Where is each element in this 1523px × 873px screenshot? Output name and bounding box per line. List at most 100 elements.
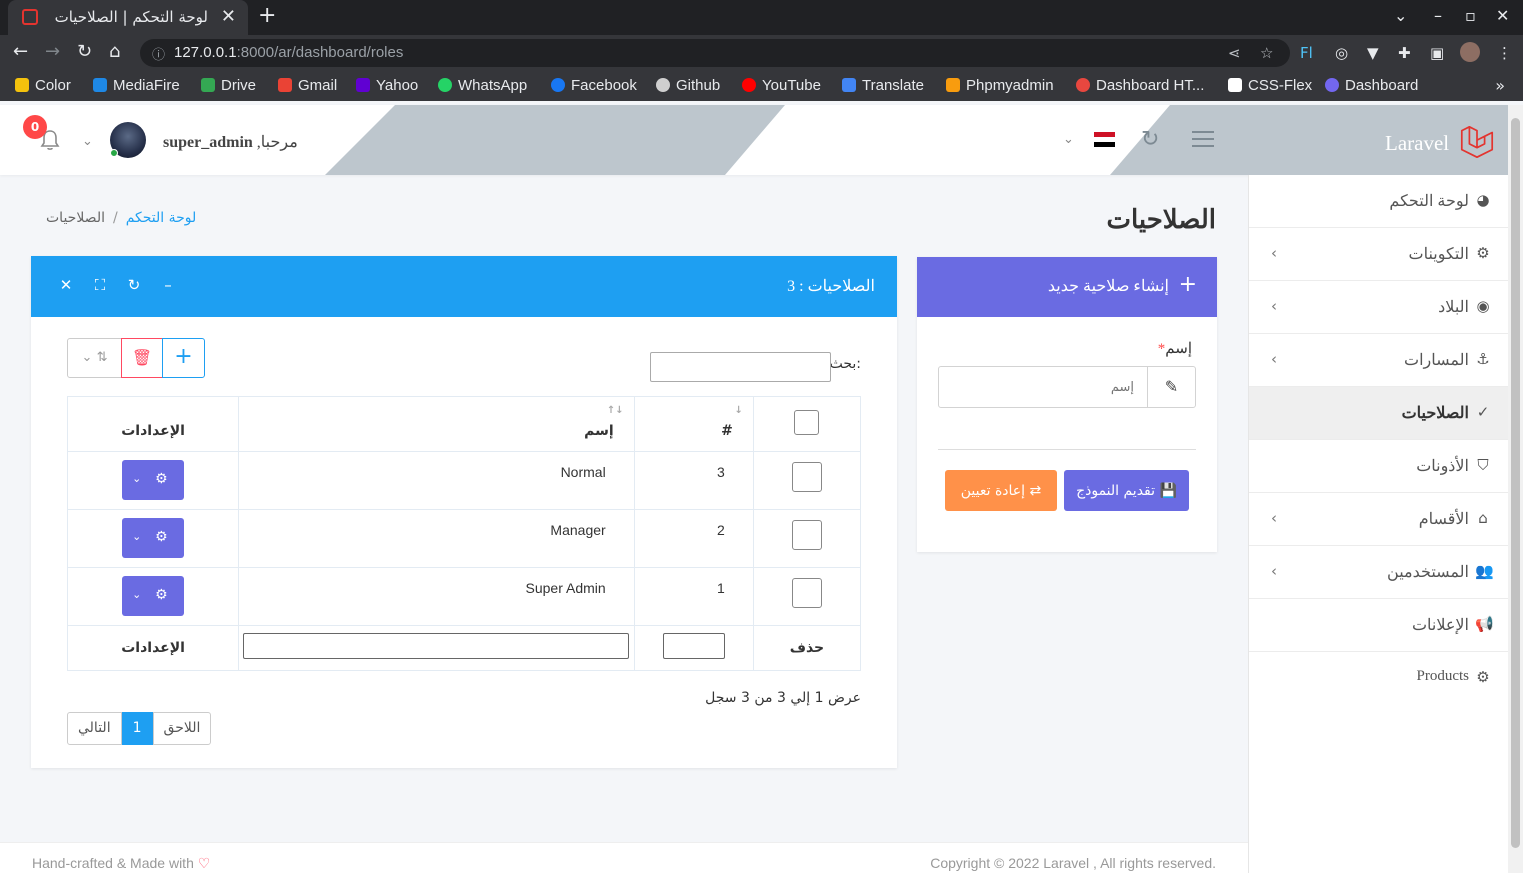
bookmark-drive[interactable]: Drive <box>201 77 256 94</box>
row-select-cell <box>752 451 862 510</box>
name-field[interactable] <box>939 367 1148 407</box>
notification-badge: 0 <box>23 115 47 139</box>
home-icon[interactable]: ⌂ <box>109 41 120 62</box>
user-chevron-down-icon[interactable]: ⌄ <box>82 134 93 149</box>
extensions-puzzle-icon[interactable]: ✚ <box>1398 44 1411 62</box>
side-panel-icon[interactable]: ▣ <box>1430 44 1444 62</box>
url-field[interactable]: ⓘ 127.0.0.1:8000/ar/dashboard/roles ⋖ ☆ <box>140 39 1290 67</box>
extension-radio-icon[interactable]: ◎ <box>1335 44 1348 62</box>
row-checkbox[interactable] <box>791 462 822 492</box>
bookmark-gmail[interactable]: Gmail <box>278 77 337 94</box>
pagination-next[interactable]: اللاحق <box>152 712 212 745</box>
bulk-delete-button[interactable]: 🗑 <box>121 338 163 378</box>
bookmark-star-icon[interactable]: ☆ <box>1260 44 1273 62</box>
profile-avatar-icon[interactable] <box>1460 42 1480 62</box>
id-filter-input[interactable] <box>662 633 725 659</box>
more-bookmarks-icon[interactable]: » <box>1495 76 1505 95</box>
name-column-header[interactable]: إسم ↑↓ <box>238 396 635 452</box>
scrollbar-thumb[interactable] <box>1511 118 1520 848</box>
egypt-flag-icon[interactable] <box>1094 132 1115 147</box>
sidebar-item-label: الأذونات <box>1416 458 1469 475</box>
sidebar-item-dashboard[interactable]: ◕ لوحة التحكم <box>1249 175 1509 228</box>
bookmark-dashboard[interactable]: Dashboard <box>1325 77 1418 94</box>
pagination-prev[interactable]: التالي <box>67 712 122 745</box>
sidebar-item-routes[interactable]: ⚓ المسارات ‹ <box>1249 334 1509 387</box>
table-row: ⚙ ⌄ Normal 3 <box>66 451 862 510</box>
menu-toggle-icon[interactable] <box>1192 131 1214 149</box>
row-actions-button[interactable]: ⚙ ⌄ <box>122 518 185 558</box>
share-icon[interactable]: ⋖ <box>1228 44 1241 62</box>
facebook-icon <box>551 78 565 92</box>
row-actions-button[interactable]: ⚙ ⌄ <box>122 576 185 616</box>
reset-button[interactable]: ⇄ إعادة تعيين <box>945 470 1057 511</box>
brand-name[interactable]: Laravel <box>1385 131 1449 156</box>
expand-card-icon[interactable]: ⛶ <box>90 276 110 294</box>
sidebar-item-products[interactable]: ⚙ Products <box>1249 652 1509 705</box>
chevron-down-icon: ⌄ <box>81 350 93 365</box>
chevron-down-icon: ⌄ <box>132 531 142 543</box>
translate-icon <box>842 78 856 92</box>
forward-icon[interactable]: → <box>45 41 60 62</box>
bookmark-mediafire[interactable]: MediaFire <box>93 77 180 94</box>
bookmark-yahoo[interactable]: Yahoo <box>356 77 418 94</box>
row-checkbox[interactable] <box>791 520 822 550</box>
extension-fi-icon[interactable]: Fl <box>1300 44 1313 62</box>
select-all-checkbox[interactable] <box>794 409 820 435</box>
reload-card-icon[interactable]: ↻ <box>124 276 144 294</box>
row-name: Manager <box>238 509 635 568</box>
dashboard-bookmark-icon <box>1325 78 1339 92</box>
collapse-card-icon[interactable]: – <box>158 276 178 294</box>
browser-tab[interactable]: لوحة التحكم | الصلاحيات ✕ <box>8 0 248 35</box>
sidebar-item-countries[interactable]: ◉ البلاد ‹ <box>1249 281 1509 334</box>
minimize-icon[interactable]: – <box>1434 6 1442 25</box>
anchor-icon: ⚓ <box>1476 350 1490 368</box>
extension-vue-icon[interactable]: ▼ <box>1367 44 1379 62</box>
bookmark-css-flex[interactable]: CSS-Flex <box>1228 77 1312 94</box>
submit-form-button[interactable]: 💾 تقديم النموذج <box>1064 470 1189 511</box>
breadcrumb-current: الصلاحيات <box>46 210 105 226</box>
breadcrumb-home-link[interactable]: لوحة التحكم <box>126 210 197 226</box>
footer-delete-cell[interactable]: حذف <box>752 625 862 671</box>
bookmark-facebook[interactable]: Facebook <box>551 77 637 94</box>
pagination-page-1[interactable]: 1 <box>121 712 153 745</box>
sidebar-item-sections[interactable]: ⌂ الأقسام ‹ <box>1249 493 1509 546</box>
language-chevron-down-icon[interactable]: ⌄ <box>1063 132 1074 147</box>
sidebar-item-ads[interactable]: 📢 الإعلانات <box>1249 599 1509 652</box>
add-role-button[interactable]: + <box>162 338 205 378</box>
name-filter-input[interactable] <box>243 633 630 659</box>
sidebar-item-settings[interactable]: ⚙ التكوينات ‹ <box>1249 228 1509 281</box>
bookmark-youtube[interactable]: YouTube <box>742 77 821 94</box>
close-card-icon[interactable]: ✕ <box>56 276 76 294</box>
search-input[interactable] <box>650 352 831 382</box>
bookmark-dashboard-ht[interactable]: Dashboard HT... <box>1076 77 1204 94</box>
new-tab-icon[interactable]: + <box>258 3 276 28</box>
tab-close-icon[interactable]: ✕ <box>221 6 236 27</box>
back-icon[interactable]: ← <box>13 41 28 62</box>
id-column-header[interactable]: # ↓ <box>633 396 754 452</box>
column-visibility-dropdown[interactable]: ⌄ ⇅ <box>67 338 122 378</box>
drive-icon <box>201 78 215 92</box>
tab-search-icon[interactable]: ⌄ <box>1394 6 1407 25</box>
bookmark-github[interactable]: Github <box>656 77 720 94</box>
row-checkbox[interactable] <box>791 578 822 608</box>
sidebar-item-users[interactable]: 👥 المستخدمين ‹ <box>1249 546 1509 599</box>
row-actions-button[interactable]: ⚙ ⌄ <box>122 460 185 500</box>
maximize-icon[interactable]: ▫ <box>1465 6 1476 25</box>
create-role-title: إنشاء صلاحية جديد <box>1047 278 1169 295</box>
bookmark-translate[interactable]: Translate <box>842 77 924 94</box>
site-info-icon[interactable]: ⓘ <box>152 44 165 63</box>
sidebar-item-permissions[interactable]: ⛉ الأذونات <box>1249 440 1509 493</box>
roles-table-title: الصلاحيات : 3 <box>787 278 875 295</box>
bookmark-phpmyadmin[interactable]: Phpmyadmin <box>946 77 1054 94</box>
sidebar-item-label: التكوينات <box>1408 246 1469 263</box>
bookmark-whatsapp[interactable]: WhatsApp <box>438 77 527 94</box>
sidebar-item-roles[interactable]: ✓ الصلاحيات <box>1249 387 1509 440</box>
user-greeting[interactable]: مرحبا, super_admin <box>163 132 298 152</box>
close-window-icon[interactable]: ✕ <box>1496 6 1509 25</box>
refresh-icon[interactable]: ↻ <box>1141 127 1159 152</box>
gear-icon: ⚙ <box>155 586 168 602</box>
reload-icon[interactable]: ↻ <box>77 41 92 62</box>
browser-menu-icon[interactable]: ⋮ <box>1497 44 1512 62</box>
online-status-dot <box>110 149 118 157</box>
bookmark-color[interactable]: Color <box>15 77 71 94</box>
